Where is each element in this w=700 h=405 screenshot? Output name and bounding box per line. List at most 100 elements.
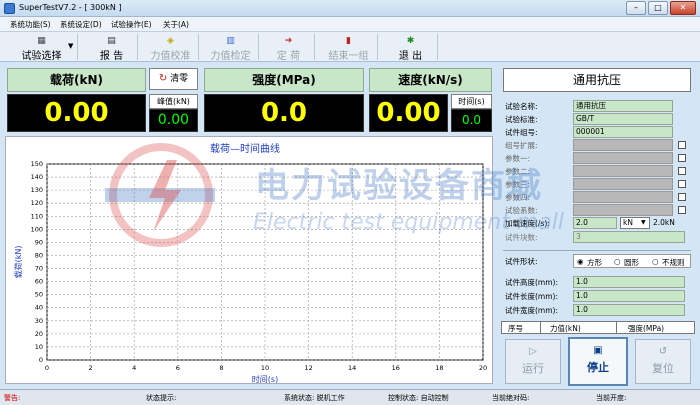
dimension-input[interactable]: 1.0	[573, 290, 685, 302]
field-label: 试验系数:	[505, 206, 538, 215]
minimize-button[interactable]: –	[626, 1, 646, 15]
status-control: 控制状态: 自动控制	[388, 394, 449, 402]
stop-button[interactable]: ▣ 停止	[568, 337, 628, 386]
x-axis-label: 时间(s)	[252, 374, 278, 383]
speed-meter-value: 0.00	[369, 94, 448, 132]
x-tick-label: 12	[304, 364, 312, 372]
field-checkbox[interactable]	[678, 141, 686, 149]
shape-circle-label: 圆形	[624, 258, 639, 267]
field-label: 参数一:	[505, 154, 531, 163]
set-load-button[interactable]: ➔ 定 荷	[263, 34, 315, 62]
dimension-input[interactable]: 1.0	[573, 276, 685, 288]
chart-svg: 0 2 4 6 8 10 12 14 16 18 20 0 10 20 30 40 50 60 70 80 90 100 1…	[13, 142, 487, 384]
report-label: 报 告	[99, 51, 124, 62]
reset-button[interactable]: ↺ 复位	[635, 339, 691, 384]
radio-circle[interactable]: ○	[614, 257, 621, 266]
field-checkbox[interactable]	[678, 154, 686, 162]
load-speed-unit: kN	[623, 218, 633, 227]
field-label: 试验名称:	[505, 102, 538, 111]
x-tick-label: 6	[176, 364, 180, 372]
force-calibration-button[interactable]: ◈ 力值校准	[143, 34, 199, 62]
menu-test-operation[interactable]: 试验操作(E)	[111, 19, 152, 30]
dimension-label: 试件长度(mm):	[505, 292, 558, 301]
x-tick-label: 14	[348, 364, 356, 372]
strength-meter-value: 0.0	[204, 94, 364, 132]
field-label: 参数三:	[505, 180, 531, 189]
field-checkbox[interactable]	[678, 206, 686, 214]
field-checkbox[interactable]	[678, 193, 686, 201]
results-table-header: 序号 力值(kN) 强度(MPa)	[501, 321, 695, 334]
x-tick-label: 2	[89, 364, 93, 372]
radio-irregular[interactable]: ○	[652, 257, 659, 266]
field-input[interactable]	[573, 178, 673, 190]
report-icon: ▤	[107, 36, 116, 46]
end-group-icon: ▮	[346, 36, 351, 46]
menu-system-settings[interactable]: 系统设定(D)	[60, 19, 102, 30]
reset-label: 复位	[652, 362, 674, 375]
load-speed-input[interactable]: 2.0	[573, 217, 617, 229]
reset-icon: ↺	[658, 346, 668, 357]
set-load-label: 定 荷	[276, 51, 301, 62]
col-strength: 强度(MPa)	[628, 324, 665, 333]
field-input[interactable]: GB/T	[573, 113, 673, 125]
field-label: 参数四:	[505, 193, 531, 202]
title-bar: SuperTestV7.2 - [ 300kN ] – □ ✕	[0, 0, 700, 17]
field-checkbox[interactable]	[678, 180, 686, 188]
close-button[interactable]: ✕	[670, 1, 696, 15]
field-input[interactable]	[573, 204, 673, 216]
report-button[interactable]: ▤ 报 告	[86, 34, 138, 62]
load-speed-unit-select[interactable]: kN ▼	[620, 217, 650, 229]
y-tick-label: 80	[35, 251, 43, 259]
y-axis-label: 载荷(kN)	[13, 246, 23, 279]
peak-value: 0.00	[149, 109, 198, 132]
y-tick-label: 40	[35, 304, 43, 312]
y-tick-label: 10	[35, 343, 43, 351]
run-label: 运行	[522, 362, 544, 375]
y-tick-label: 20	[35, 330, 43, 338]
shape-group: 试件形状: ◉ 方形 ○ 圆形 ○ 不规则	[503, 250, 691, 270]
status-bar: 警告: 状态提示: 系统状态: 脱机工作 控制状态: 自动控制 当前绝对码: 当…	[0, 389, 700, 405]
y-tick-label: 140	[31, 173, 43, 181]
end-group-button[interactable]: ▮ 结束一组	[320, 34, 378, 62]
stop-label: 停止	[587, 361, 609, 374]
menu-system-function[interactable]: 系统功能(S)	[10, 19, 51, 30]
run-button[interactable]: ▷ 运行	[505, 339, 561, 384]
reset-zero-button[interactable]: ↻ 清零	[149, 68, 198, 90]
field-input[interactable]	[573, 165, 673, 177]
field-input[interactable]	[573, 139, 673, 151]
col-force: 力值(kN)	[550, 324, 581, 333]
force-verify-button[interactable]: ▥ 力值检定	[203, 34, 259, 62]
x-tick-label: 8	[219, 364, 223, 372]
load-meter-header: 载荷(kN)	[7, 68, 146, 92]
specimen-count-input[interactable]: 3	[573, 231, 685, 243]
load-meter-value: 0.00	[7, 94, 146, 132]
field-input[interactable]	[573, 191, 673, 203]
toolbar: ▦ 试验选择 ▼ ▤ 报 告 ◈ 力值校准 ▥ 力值检定 ➔ 定 荷 ▮ 结束一…	[0, 32, 700, 62]
status-hint: 状态提示:	[146, 394, 177, 402]
arrow-right-icon: ➔	[284, 36, 293, 46]
maximize-button[interactable]: □	[648, 1, 668, 15]
field-input[interactable]: 通用抗压	[573, 100, 673, 112]
x-tick-label: 4	[132, 364, 136, 372]
field-label: 试件组号:	[505, 128, 538, 137]
x-tick-label: 0	[45, 364, 49, 372]
load-speed-max: 2.0kN	[653, 218, 675, 227]
x-tick-label: 16	[392, 364, 400, 372]
chart-title: 载荷—时间曲线	[210, 142, 280, 155]
y-tick-label: 60	[35, 278, 43, 286]
dimension-input[interactable]: 1.0	[573, 304, 685, 316]
x-tick-label: 20	[479, 364, 487, 372]
field-input[interactable]	[573, 152, 673, 164]
menu-about[interactable]: 关于(A)	[163, 19, 189, 30]
exit-button[interactable]: ✱ 退 出	[384, 34, 438, 62]
window-title: SuperTestV7.2 - [ 300kN ]	[19, 3, 122, 12]
time-label: 时间(s)	[451, 94, 492, 109]
load-speed-label: 加载速度(/s):	[505, 219, 550, 228]
field-checkbox[interactable]	[678, 167, 686, 175]
radio-square[interactable]: ◉	[577, 257, 584, 266]
specimen-count-label: 试件块数:	[505, 233, 538, 242]
field-input[interactable]: 000001	[573, 126, 673, 138]
x-tick-label: 10	[261, 364, 269, 372]
select-test-button[interactable]: ▦ 试验选择 ▼	[6, 34, 78, 62]
load-time-chart: 0 2 4 6 8 10 12 14 16 18 20 0 10 20 30 40 50 60 70 80 90 100 1…	[5, 136, 493, 384]
